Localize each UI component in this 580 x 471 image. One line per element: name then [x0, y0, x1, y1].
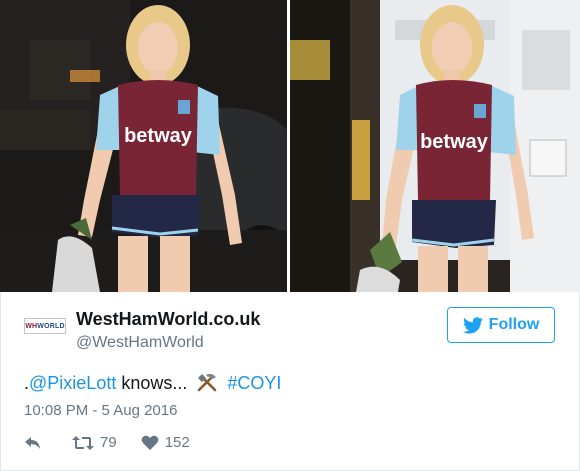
- retweet-button[interactable]: 79: [72, 434, 117, 451]
- retweet-icon: [72, 435, 94, 450]
- shirt-sponsor-2: betway: [420, 131, 489, 153]
- tweet-text: .@PixieLott knows... #COYI: [24, 372, 281, 397]
- reply-button[interactable]: [24, 435, 48, 451]
- like-count: 152: [164, 434, 190, 451]
- photo-right[interactable]: betway: [290, 0, 580, 292]
- avatar-text-a: WH: [25, 322, 38, 330]
- twitter-bird-icon: [462, 316, 483, 334]
- mention-link[interactable]: @PixieLott: [29, 373, 116, 393]
- account-handle[interactable]: @WestHamWorld: [76, 334, 204, 352]
- follow-button[interactable]: Follow: [447, 307, 555, 343]
- hammer-and-pick-icon: [196, 372, 218, 397]
- photo-left[interactable]: betway: [0, 0, 287, 292]
- avatar[interactable]: WH WORLD: [24, 318, 66, 334]
- hashtag-link[interactable]: #COYI: [227, 373, 281, 393]
- account-name[interactable]: WestHamWorld.co.uk: [76, 309, 260, 330]
- heart-icon: [141, 435, 159, 450]
- follow-label: Follow: [488, 316, 540, 333]
- retweet-count: 79: [100, 434, 117, 451]
- reply-icon: [25, 436, 40, 449]
- avatar-text-b: WORLD: [37, 322, 65, 330]
- shirt-sponsor: betway: [124, 125, 193, 147]
- tweet-body: knows...: [116, 373, 188, 393]
- tweet-media[interactable]: betway betway: [0, 0, 580, 292]
- tweet-actions: 79 152: [24, 434, 214, 451]
- like-button[interactable]: 152: [141, 434, 190, 451]
- tweet-timestamp[interactable]: 10:08 PM - 5 Aug 2016: [24, 402, 177, 419]
